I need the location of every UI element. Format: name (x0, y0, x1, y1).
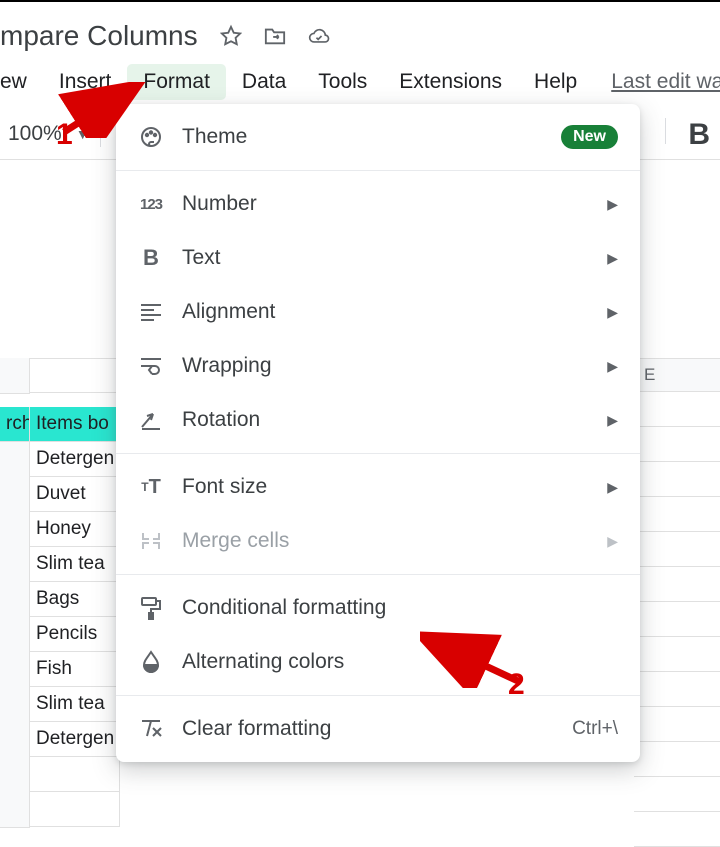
cell[interactable] (30, 358, 120, 393)
menu-help[interactable]: Help (518, 64, 593, 100)
menu-data[interactable]: Data (226, 64, 302, 100)
cell[interactable] (634, 637, 720, 672)
cell[interactable]: Bags (30, 582, 120, 617)
menu-alternating-colors[interactable]: Alternating colors (116, 635, 640, 689)
row-header[interactable] (0, 652, 30, 688)
cloud-saved-icon[interactable] (308, 25, 330, 47)
menu-theme-label: Theme (182, 125, 561, 149)
cell[interactable]: Detergen (30, 722, 120, 757)
menu-wrapping[interactable]: Wrapping ▶ (116, 339, 640, 393)
wrap-icon (138, 353, 164, 379)
cell[interactable]: Pencils (30, 617, 120, 652)
cell[interactable] (634, 427, 720, 462)
number-icon: 123 (138, 191, 164, 217)
cell[interactable] (634, 392, 720, 427)
droplet-icon (138, 649, 164, 675)
cell[interactable]: Slim tea (30, 547, 120, 582)
row-header[interactable] (0, 617, 30, 653)
cell[interactable] (634, 812, 720, 847)
cell[interactable] (634, 497, 720, 532)
bold-button[interactable]: B (688, 118, 710, 152)
cell[interactable] (634, 602, 720, 637)
menu-text[interactable]: B Text ▶ (116, 231, 640, 285)
menu-clear-formatting[interactable]: Clear formatting Ctrl+\ (116, 702, 640, 756)
row-header[interactable] (0, 757, 30, 793)
menu-rotation-label: Rotation (182, 408, 607, 432)
last-edit-link[interactable]: Last edit wa (611, 70, 720, 94)
cell[interactable] (634, 532, 720, 567)
shortcut-label: Ctrl+\ (572, 718, 618, 740)
chevron-right-icon: ▶ (607, 479, 618, 496)
clear-format-icon (138, 716, 164, 742)
chevron-right-icon: ▶ (607, 304, 618, 321)
chevron-right-icon: ▶ (607, 250, 618, 267)
cell[interactable] (30, 757, 120, 792)
row-header[interactable] (0, 582, 30, 618)
document-title[interactable]: mpare Columns (0, 20, 198, 52)
menu-extensions[interactable]: Extensions (383, 64, 518, 100)
cell[interactable] (634, 567, 720, 602)
cell[interactable] (634, 707, 720, 742)
menu-alternating-label: Alternating colors (182, 650, 618, 674)
format-menu-dropdown: Theme New 123 Number ▶ B Text ▶ Alignmen… (116, 104, 640, 762)
cell[interactable]: Honey (30, 512, 120, 547)
chevron-right-icon: ▶ (607, 196, 618, 213)
row-header[interactable] (0, 792, 30, 828)
annotation-number-2: 2 (508, 668, 525, 702)
menu-tools[interactable]: Tools (302, 64, 383, 100)
row-header[interactable] (0, 512, 30, 548)
menu-clear-label: Clear formatting (182, 717, 572, 741)
menu-number-label: Number (182, 192, 607, 216)
table-header[interactable]: rch. (0, 407, 30, 442)
menu-alignment[interactable]: Alignment ▶ (116, 285, 640, 339)
align-left-icon (138, 299, 164, 325)
move-folder-icon[interactable] (264, 25, 286, 47)
column-header-e[interactable]: E (634, 358, 720, 392)
menu-text-label: Text (182, 246, 607, 270)
row-header[interactable] (0, 477, 30, 513)
cell[interactable] (30, 792, 120, 827)
merge-icon (138, 528, 164, 554)
menu-conditional-label: Conditional formatting (182, 596, 618, 620)
row-header[interactable] (0, 358, 30, 394)
menu-rotation[interactable]: Rotation ▶ (116, 393, 640, 447)
table-header[interactable]: Items bo (30, 407, 120, 442)
cell[interactable] (634, 777, 720, 812)
cell[interactable] (634, 462, 720, 497)
cell[interactable] (634, 672, 720, 707)
rotation-icon (138, 407, 164, 433)
cell[interactable]: Fish (30, 652, 120, 687)
chevron-right-icon: ▶ (607, 412, 618, 429)
row-header[interactable] (0, 687, 30, 723)
menu-merge-cells: Merge cells ▶ (116, 514, 640, 568)
menu-view[interactable]: ew (0, 64, 43, 100)
menu-alignment-label: Alignment (182, 300, 607, 324)
menu-theme[interactable]: Theme New (116, 110, 640, 164)
row-header[interactable] (0, 442, 30, 478)
new-badge: New (561, 125, 618, 149)
menu-number[interactable]: 123 Number ▶ (116, 177, 640, 231)
cell[interactable]: Detergen (30, 442, 120, 477)
cell[interactable]: Slim tea (30, 687, 120, 722)
annotation-number-1: 1 (56, 118, 73, 152)
menu-font-size-label: Font size (182, 475, 607, 499)
cell[interactable] (634, 742, 720, 777)
row-header[interactable] (0, 547, 30, 583)
chevron-right-icon: ▶ (607, 533, 618, 550)
paint-roller-icon (138, 595, 164, 621)
cell[interactable]: Duvet (30, 477, 120, 512)
menu-merge-label: Merge cells (182, 529, 607, 553)
row-header[interactable] (0, 722, 30, 758)
menu-conditional-formatting[interactable]: Conditional formatting (116, 581, 640, 635)
menu-wrapping-label: Wrapping (182, 354, 607, 378)
font-size-icon: TT (138, 474, 164, 500)
menu-font-size[interactable]: TT Font size ▶ (116, 460, 640, 514)
bold-icon: B (138, 245, 164, 271)
star-icon[interactable] (220, 25, 242, 47)
chevron-right-icon: ▶ (607, 358, 618, 375)
